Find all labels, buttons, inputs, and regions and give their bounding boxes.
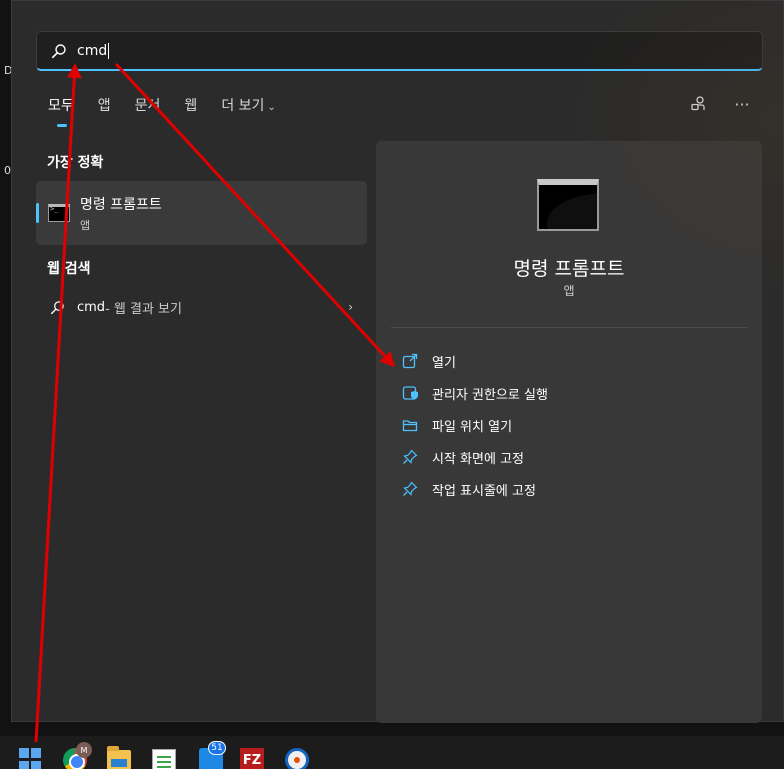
desktop-icon-label: 0 — [4, 164, 11, 177]
best-match-heading: 가장 정확 — [47, 155, 104, 171]
unread-count-badge: 51 — [208, 741, 226, 755]
open-icon — [402, 353, 418, 369]
pin-icon — [403, 481, 418, 496]
pin-to-start-action[interactable]: 시작 화면에 고정 — [402, 441, 548, 473]
web-search-result[interactable]: cmd - 웹 결과 보기 › — [36, 291, 367, 323]
preview-app-type: 앱 — [563, 284, 575, 298]
search-icon — [50, 300, 64, 314]
search-icon — [51, 43, 66, 58]
run-as-admin-action[interactable]: 관리자 권한으로 실행 — [402, 377, 548, 409]
windows-logo-icon — [19, 761, 29, 769]
pin-to-taskbar-action[interactable]: 작업 표시줄에 고정 — [402, 473, 548, 505]
action-label: 열기 — [432, 355, 456, 371]
chrome-taskbar-icon[interactable]: M — [63, 742, 92, 769]
start-button[interactable] — [19, 748, 43, 769]
search-box[interactable]: cmd — [36, 31, 763, 71]
result-type: 앱 — [80, 218, 91, 232]
filter-tabs: 모두 앱 문서 웹 더 보기 ⌄ — [48, 95, 300, 129]
action-label: 관리자 권한으로 실행 — [432, 387, 548, 403]
filezilla-taskbar-icon[interactable]: FZ — [240, 748, 264, 769]
chevron-right-icon: › — [348, 300, 353, 314]
best-match-result[interactable]: 명령 프롬프트 앱 — [36, 181, 367, 245]
mail-taskbar-icon[interactable]: 51 — [199, 741, 226, 769]
windows-logo-icon — [31, 761, 41, 769]
tab-more-label: 더 보기 — [221, 98, 265, 114]
recorder-taskbar-icon[interactable] — [285, 748, 309, 769]
web-query-suffix: - 웹 결과 보기 — [105, 301, 182, 317]
divider — [391, 327, 747, 328]
tab-all[interactable]: 모두 — [48, 95, 74, 129]
action-label: 시작 화면에 고정 — [432, 451, 524, 467]
web-search-heading: 웹 검색 — [47, 261, 91, 277]
start-menu-search-panel: cmd 모두 앱 문서 웹 더 보기⌄ ··· 가장 정확 명령 프롬프트 앱 — [11, 0, 784, 723]
more-icon: ··· — [734, 94, 750, 114]
preview-pane: 명령 프롬프트 앱 열기 관리자 권한으로 실행 파일 위치 열기 시작 화면에… — [376, 141, 762, 723]
shield-icon — [402, 386, 418, 400]
web-query: cmd — [77, 299, 106, 315]
action-label: 작업 표시줄에 고정 — [432, 483, 536, 499]
tab-documents[interactable]: 문서 — [135, 95, 161, 129]
command-prompt-large-icon — [537, 179, 599, 231]
action-list: 열기 관리자 권한으로 실행 파일 위치 열기 시작 화면에 고정 작업 표시줄… — [402, 345, 548, 505]
preview-app-name: 명령 프롬프트 — [513, 258, 625, 280]
pin-icon — [403, 449, 418, 464]
profile-badge: M — [76, 742, 92, 758]
tab-apps[interactable]: 앱 — [98, 95, 111, 129]
folder-icon — [402, 420, 418, 432]
result-name: 명령 프롬프트 — [80, 196, 162, 213]
taskbar: M 51 FZ — [0, 736, 784, 769]
notepad-taskbar-icon[interactable] — [152, 749, 176, 769]
windows-logo-icon — [31, 748, 41, 758]
file-explorer-taskbar-icon[interactable] — [107, 746, 131, 769]
header-tools: ··· — [687, 93, 753, 115]
open-action[interactable]: 열기 — [402, 345, 548, 377]
text-caret — [108, 42, 110, 59]
more-options-button[interactable]: ··· — [731, 93, 753, 115]
windows-logo-icon — [19, 748, 29, 758]
account-share-icon — [691, 96, 705, 111]
tab-more[interactable]: 더 보기 ⌄ — [221, 95, 275, 129]
tab-web[interactable]: 웹 — [184, 95, 197, 129]
share-icon[interactable] — [687, 93, 709, 115]
selection-indicator — [36, 203, 39, 223]
action-label: 파일 위치 열기 — [432, 419, 513, 435]
command-prompt-icon — [48, 204, 70, 222]
chevron-down-icon: ⌄ — [267, 102, 276, 113]
search-input[interactable]: cmd — [77, 43, 107, 59]
open-file-location-action[interactable]: 파일 위치 열기 — [402, 409, 548, 441]
